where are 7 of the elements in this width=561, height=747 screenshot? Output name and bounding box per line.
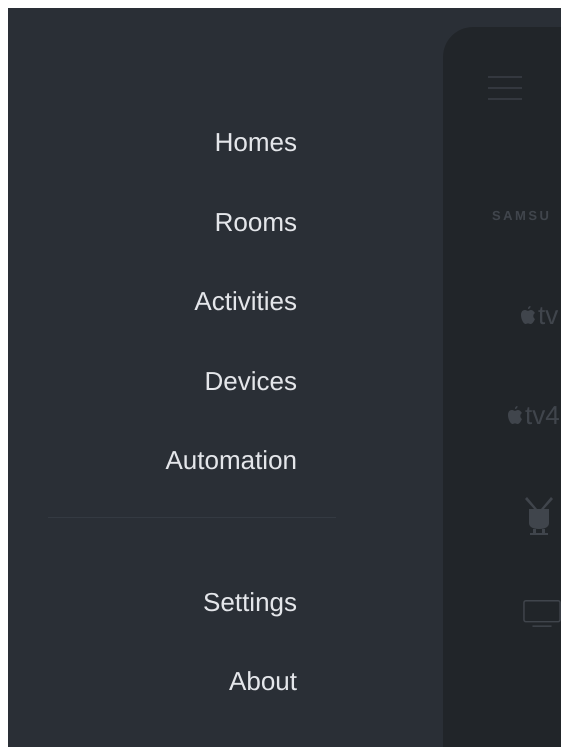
menu-item[interactable]: Activities xyxy=(194,262,297,342)
menu-item[interactable]: Automation xyxy=(165,421,297,500)
menu-item[interactable]: About xyxy=(229,642,297,722)
menu-item[interactable]: Settings xyxy=(203,562,297,642)
menu-item[interactable]: Rooms xyxy=(214,182,297,262)
menu-item[interactable]: Homes xyxy=(214,103,297,182)
menu-item[interactable]: Devices xyxy=(204,342,297,421)
